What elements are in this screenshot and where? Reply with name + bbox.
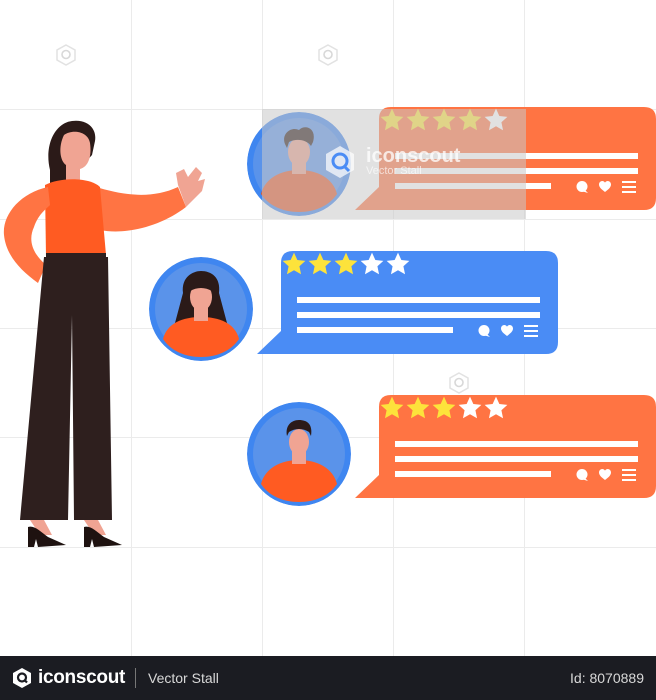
author-name[interactable]: Vector Stall — [148, 670, 219, 686]
star-filled-icon — [334, 252, 358, 275]
illustration-canvas: iconscout Vector Stall — [0, 0, 656, 656]
review-text-line — [395, 456, 638, 462]
star-empty-icon — [386, 252, 410, 275]
heart-icon[interactable] — [500, 324, 514, 338]
comment-icon[interactable] — [575, 180, 589, 194]
reviewer-avatar-man-short-hair — [247, 402, 351, 506]
footer-bar: iconscout Vector Stall Id: 8070889 — [0, 656, 656, 700]
star-empty-icon — [360, 252, 384, 275]
watermark: iconscout Vector Stall — [322, 144, 460, 180]
iconscout-logo-icon — [13, 668, 31, 688]
star-empty-icon — [458, 396, 482, 419]
comment-icon[interactable] — [477, 324, 491, 338]
review-text-line — [395, 471, 551, 477]
brand-name: iconscout — [38, 667, 126, 688]
watermark-brand: iconscout — [366, 145, 461, 167]
review-text-line — [297, 312, 540, 318]
star-filled-icon — [380, 396, 404, 419]
review-text-line — [297, 327, 453, 333]
watermark-logo-icon — [449, 372, 469, 394]
star-filled-icon — [432, 396, 456, 419]
watermark-logo-icon — [318, 44, 338, 66]
menu-icon[interactable] — [622, 468, 636, 482]
asset-id: Id: 8070889 — [570, 670, 644, 686]
brand-link[interactable]: iconscout — [12, 667, 125, 689]
reviewer-avatar-woman-long-hair — [149, 257, 253, 361]
divider — [135, 668, 137, 688]
star-rating — [281, 251, 558, 282]
review-text-line — [395, 441, 638, 447]
menu-icon[interactable] — [622, 180, 636, 194]
heart-icon[interactable] — [598, 468, 612, 482]
watermark-logo-icon — [56, 44, 76, 66]
star-filled-icon — [308, 252, 332, 275]
star-empty-icon — [484, 396, 508, 419]
menu-icon[interactable] — [524, 324, 538, 338]
star-filled-icon — [406, 396, 430, 419]
watermark-logo-icon — [326, 146, 354, 178]
comment-icon[interactable] — [575, 468, 589, 482]
star-filled-icon — [282, 252, 306, 275]
review-text-line — [297, 297, 540, 303]
heart-icon[interactable] — [598, 180, 612, 194]
star-rating — [379, 395, 656, 426]
